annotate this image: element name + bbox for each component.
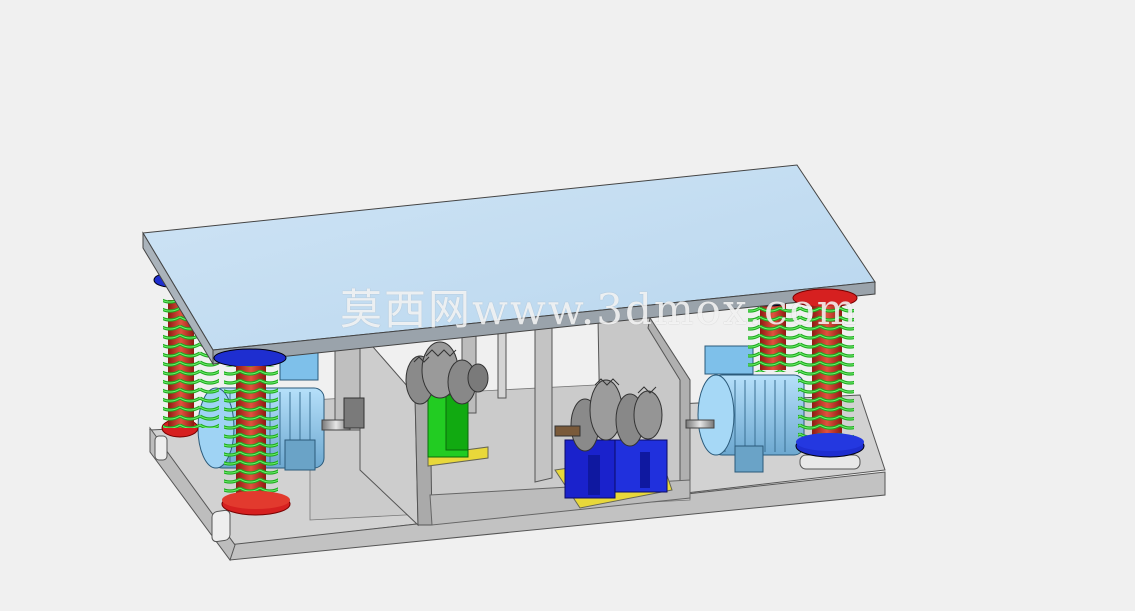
front-right-spring [792,288,865,458]
vibrating-table-render [142,164,886,562]
viewport: 莫西网www.3dmox.com [0,0,1135,611]
